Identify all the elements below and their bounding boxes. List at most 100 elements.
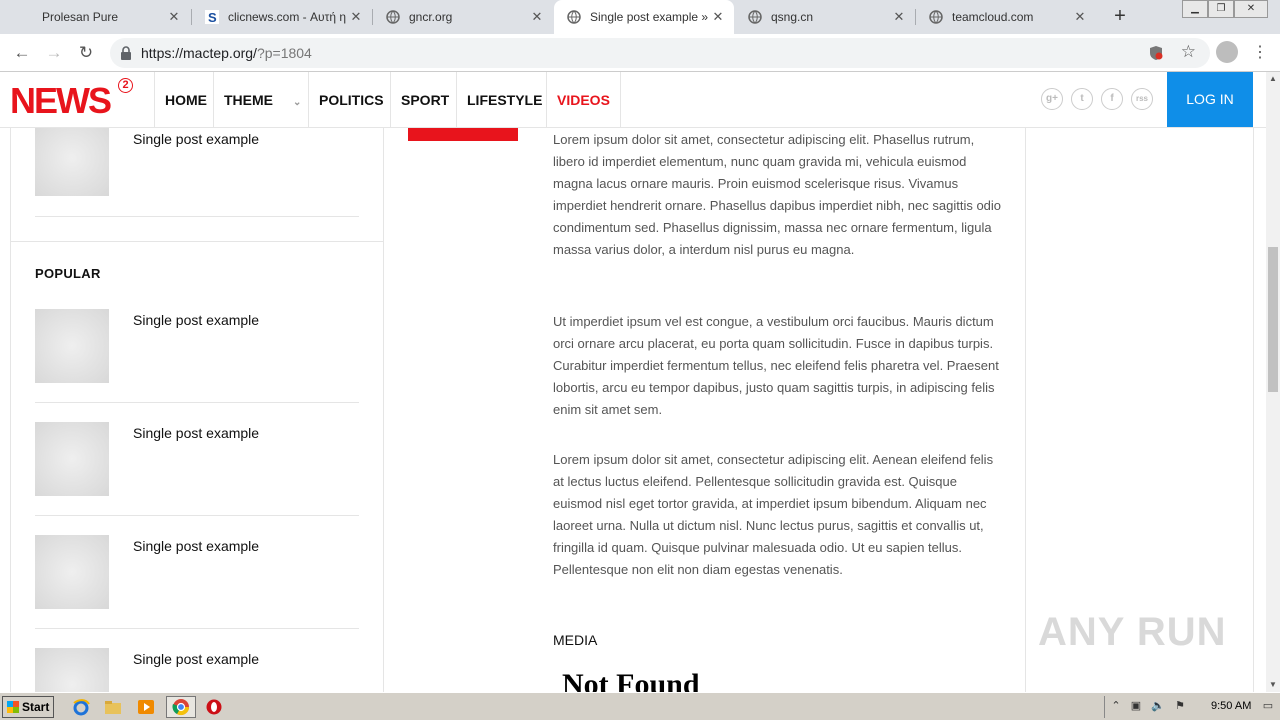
google-plus-icon[interactable]: g+ bbox=[1041, 88, 1063, 110]
scroll-up-icon[interactable]: ▲ bbox=[1266, 72, 1280, 86]
profile-avatar[interactable] bbox=[1216, 41, 1238, 63]
globe-icon bbox=[747, 9, 763, 25]
sidebar: Single post example POPULAR Single post … bbox=[10, 120, 384, 692]
article-paragraph: Lorem ipsum dolor sit amet, consectetur … bbox=[553, 449, 1003, 581]
column-border bbox=[1025, 128, 1026, 692]
post-thumbnail[interactable] bbox=[35, 422, 109, 496]
scroll-down-icon[interactable]: ▼ bbox=[1266, 678, 1280, 692]
nav-label: THEME bbox=[224, 92, 273, 108]
show-desktop-icon[interactable]: ▭ bbox=[1261, 699, 1275, 713]
folder-icon[interactable] bbox=[104, 698, 122, 716]
post-thumbnail[interactable] bbox=[35, 648, 109, 692]
tab-close-icon[interactable]: ✕ bbox=[166, 9, 182, 25]
bookmark-star-icon[interactable]: ☆ bbox=[1181, 42, 1196, 62]
url-host: https://mactep.org/ bbox=[141, 45, 257, 61]
forward-button[interactable]: → bbox=[42, 41, 66, 65]
menu-dots-icon[interactable]: ⋮ bbox=[1252, 41, 1268, 65]
url-path: ?p=1804 bbox=[256, 45, 312, 61]
tab-title: gncr.org bbox=[409, 10, 453, 24]
post-title[interactable]: Single post example bbox=[133, 651, 259, 667]
twitter-icon[interactable]: t bbox=[1071, 88, 1093, 110]
facebook-icon[interactable]: f bbox=[1101, 88, 1123, 110]
browser-toolbar: ← → ↻ https://mactep.org/?p=1804 ☆ ⋮ bbox=[0, 34, 1280, 72]
tab-title: qsng.cn bbox=[771, 10, 814, 24]
show-hidden-icons-icon[interactable]: ⌃ bbox=[1109, 699, 1123, 713]
page-scrollbar[interactable]: ▲ ▼ bbox=[1266, 72, 1280, 692]
post-title[interactable]: Single post example bbox=[133, 538, 259, 554]
flag-icon[interactable]: ⚑ bbox=[1173, 699, 1187, 713]
post-thumbnail[interactable] bbox=[35, 120, 109, 196]
paragraph-text: Ut imperdiet ipsum vel est congue, a ves… bbox=[553, 314, 999, 417]
tab-close-icon[interactable]: ✕ bbox=[348, 9, 364, 25]
tab-close-icon[interactable]: ✕ bbox=[891, 9, 907, 25]
close-window-button[interactable]: ✕ bbox=[1234, 0, 1268, 18]
ie-icon[interactable] bbox=[72, 698, 90, 716]
start-button[interactable]: Start bbox=[2, 696, 54, 718]
tab-single-post[interactable]: Single post example » Ne ✕ bbox=[554, 0, 734, 34]
windows-taskbar: Start ⌃ ▣ 🔈 ⚑ 9:50 AM ▭ bbox=[0, 692, 1280, 720]
shield-icon[interactable] bbox=[1148, 45, 1164, 61]
divider bbox=[35, 402, 359, 403]
logo-badge: 2 bbox=[118, 78, 133, 93]
tab-title: teamcloud.com bbox=[952, 10, 1034, 24]
nav-theme[interactable]: THEME ⌄ bbox=[213, 72, 309, 128]
page-viewport: Single post example POPULAR Single post … bbox=[0, 72, 1266, 692]
nav-videos[interactable]: VIDEOS bbox=[546, 72, 621, 128]
reload-button[interactable]: ↻ bbox=[74, 41, 98, 65]
post-title[interactable]: Single post example bbox=[133, 312, 259, 328]
divider bbox=[35, 216, 359, 217]
tab-clicnews[interactable]: S clicnews.com - Αυτή η ιστ ✕ bbox=[192, 0, 372, 34]
media-player-icon[interactable] bbox=[137, 698, 155, 716]
divider bbox=[35, 628, 359, 629]
globe-icon bbox=[928, 9, 944, 25]
tab-title: Prolesan Pure bbox=[42, 10, 119, 24]
tab-close-icon[interactable]: ✕ bbox=[710, 9, 726, 25]
clock[interactable]: 9:50 AM bbox=[1211, 700, 1251, 712]
rss-icon[interactable]: rss bbox=[1131, 88, 1153, 110]
paragraph-text: Lorem ipsum dolor sit amet, consectetur … bbox=[553, 452, 994, 577]
popular-heading: POPULAR bbox=[35, 266, 101, 281]
minimize-button[interactable]: ▁ bbox=[1182, 0, 1208, 18]
nav-home[interactable]: HOME bbox=[154, 72, 217, 128]
paragraph-text: Lorem ipsum dolor sit amet, consectetur … bbox=[553, 132, 1002, 257]
section-divider bbox=[11, 241, 383, 242]
nav-politics[interactable]: POLITICS bbox=[308, 72, 394, 128]
tab-close-icon[interactable]: ✕ bbox=[529, 9, 545, 25]
tab-title: clicnews.com - Αυτή η ιστ bbox=[228, 10, 348, 24]
volume-icon[interactable]: 🔈 bbox=[1151, 699, 1165, 713]
chrome-taskbar-button[interactable] bbox=[166, 696, 196, 718]
article-paragraph: Lorem ipsum dolor sit amet, consectetur … bbox=[553, 129, 1003, 261]
opera-icon[interactable] bbox=[205, 698, 223, 716]
globe-icon bbox=[566, 9, 582, 25]
media-heading: MEDIA bbox=[553, 632, 598, 648]
chevron-down-icon: ⌄ bbox=[293, 97, 302, 108]
new-tab-button[interactable]: + bbox=[1108, 5, 1132, 29]
post-thumbnail[interactable] bbox=[35, 535, 109, 609]
tab-close-icon[interactable]: ✕ bbox=[1072, 9, 1088, 25]
restore-button[interactable]: ❐ bbox=[1208, 0, 1234, 18]
tab-prolesan[interactable]: Prolesan Pure ✕ bbox=[30, 0, 190, 34]
address-bar[interactable]: https://mactep.org/?p=1804 ☆ bbox=[110, 38, 1210, 68]
post-thumbnail[interactable] bbox=[35, 309, 109, 383]
nav-lifestyle[interactable]: LIFESTYLE bbox=[456, 72, 552, 128]
tab-gncr[interactable]: gncr.org ✕ bbox=[373, 0, 553, 34]
start-label: Start bbox=[22, 700, 50, 714]
url-text: https://mactep.org/?p=1804 bbox=[141, 45, 312, 61]
svg-text:S: S bbox=[208, 10, 217, 24]
s-icon: S bbox=[204, 9, 220, 25]
tab-strip: Prolesan Pure ✕ S clicnews.com - Αυτή η … bbox=[0, 0, 1280, 34]
post-title[interactable]: Single post example bbox=[133, 425, 259, 441]
category-badge[interactable] bbox=[408, 128, 518, 141]
scroll-thumb[interactable] bbox=[1268, 247, 1278, 392]
tab-qsng[interactable]: qsng.cn ✕ bbox=[735, 0, 915, 34]
nav-sport[interactable]: SPORT bbox=[390, 72, 459, 128]
network-icon[interactable]: ▣ bbox=[1129, 699, 1143, 713]
login-button[interactable]: LOG IN bbox=[1167, 72, 1253, 127]
back-button[interactable]: ← bbox=[10, 41, 34, 65]
tab-title: Single post example » Ne bbox=[590, 10, 710, 24]
tab-teamcloud[interactable]: teamcloud.com ✕ bbox=[916, 0, 1096, 34]
site-logo[interactable]: NEWS bbox=[10, 82, 112, 120]
globe-icon bbox=[385, 9, 401, 25]
post-title[interactable]: Single post example bbox=[133, 131, 259, 147]
watermark: ANY RUN bbox=[1038, 610, 1227, 654]
